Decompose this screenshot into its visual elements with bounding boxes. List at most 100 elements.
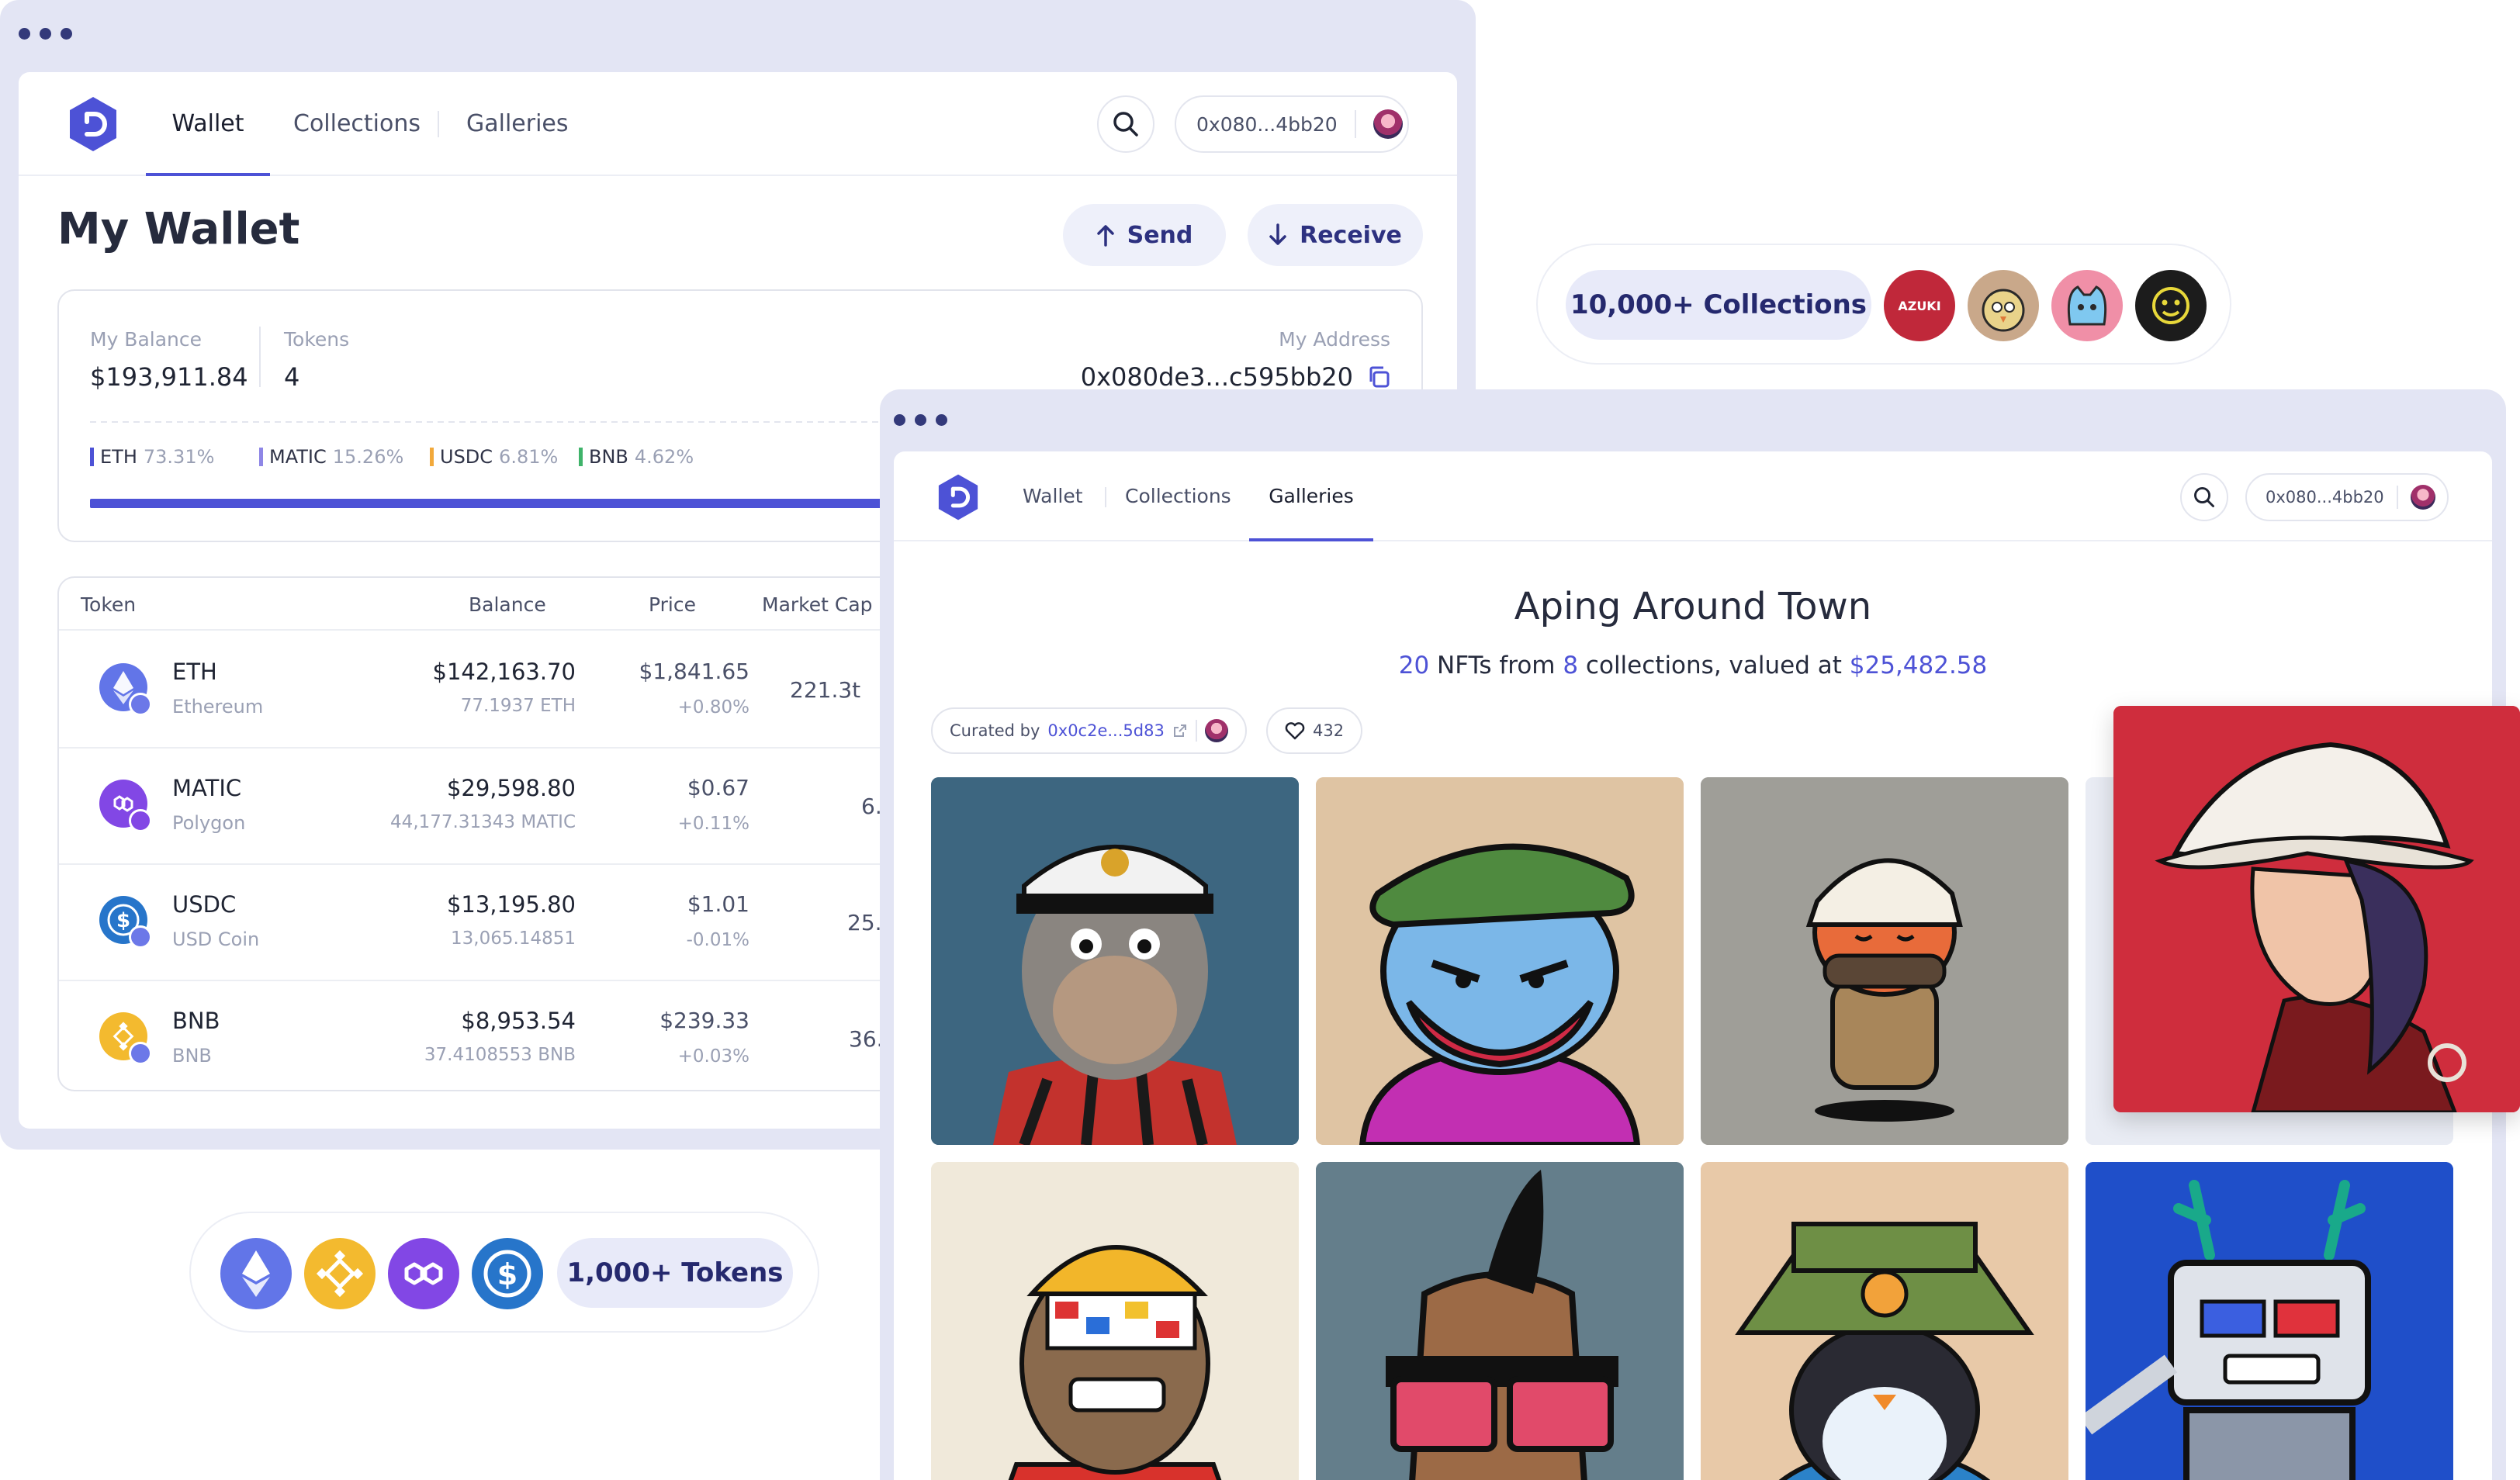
active-tab-indicator bbox=[146, 173, 270, 176]
app-logo[interactable] bbox=[67, 95, 119, 153]
nft-mohawk[interactable] bbox=[1316, 1162, 1684, 1480]
token-balance-usd: $29,598.80 bbox=[446, 775, 576, 801]
cool-cat-logo bbox=[2051, 270, 2123, 341]
collection-count: 8 bbox=[1563, 652, 1579, 679]
header-token[interactable]: Token bbox=[81, 593, 136, 616]
token-change: +0.80% bbox=[677, 697, 749, 718]
account-avatar bbox=[2410, 485, 2435, 510]
copy-icon[interactable] bbox=[1367, 365, 1390, 389]
bnb-icon bbox=[99, 1012, 152, 1065]
account-address: 0x080...4bb20 bbox=[1196, 112, 1338, 136]
token-change: +0.03% bbox=[677, 1046, 749, 1067]
gallery-nav: Wallet Collections Galleries 0x080...4bb… bbox=[894, 451, 2492, 541]
curated-prefix: Curated by bbox=[950, 721, 1040, 740]
curator-avatar bbox=[1204, 719, 1228, 742]
alloc-matic-swatch bbox=[259, 448, 263, 466]
active-tab-indicator bbox=[1249, 538, 1373, 541]
token-name: USD Coin bbox=[172, 928, 260, 950]
token-symbol: BNB bbox=[172, 1008, 220, 1034]
search-button[interactable] bbox=[2180, 473, 2228, 521]
token-name: Polygon bbox=[172, 812, 246, 834]
nft-robot-deer[interactable] bbox=[2086, 1162, 2453, 1480]
matic-icon bbox=[99, 780, 152, 832]
tab-wallet-label: Wallet bbox=[1023, 485, 1083, 507]
token-symbol: USDC bbox=[172, 891, 237, 918]
nft-ape-captain[interactable] bbox=[931, 777, 1299, 1145]
alloc-bnb-name: BNB bbox=[589, 446, 628, 468]
eth-icon bbox=[220, 1238, 292, 1309]
alloc-usdc: USDC 6.81% bbox=[430, 446, 558, 468]
app-logo[interactable] bbox=[936, 473, 981, 521]
curator-address[interactable]: 0x0c2e...5d83 bbox=[1047, 721, 1164, 740]
tab-galleries[interactable]: Galleries bbox=[466, 72, 569, 176]
tokens-label: Tokens bbox=[284, 328, 350, 351]
search-button[interactable] bbox=[1097, 95, 1154, 153]
nft-penguin[interactable] bbox=[1701, 1162, 2068, 1480]
nft-featured-bucket-hat[interactable] bbox=[2113, 706, 2520, 1112]
gallery-title: Aping Around Town bbox=[1514, 585, 1872, 628]
gallery-subtitle: 20 NFTs from 8 collections, valued at $2… bbox=[894, 652, 2492, 679]
azuki-logo-text: AZUKI bbox=[1898, 298, 1941, 313]
nav-divider bbox=[438, 111, 439, 137]
account-address: 0x080...4bb20 bbox=[2266, 488, 2384, 507]
tokens-count: 1,000+ Tokens bbox=[557, 1238, 793, 1308]
alloc-eth: ETH 73.31% bbox=[90, 446, 214, 468]
nft-ape-beanie[interactable] bbox=[931, 1162, 1299, 1480]
window-controls[interactable] bbox=[19, 28, 72, 40]
alloc-usdc-percent: 6.81% bbox=[499, 446, 559, 468]
alloc-eth-name: ETH bbox=[100, 446, 137, 468]
send-label: Send bbox=[1127, 221, 1193, 249]
alloc-bnb-swatch bbox=[579, 448, 583, 466]
svg-text:$: $ bbox=[497, 1257, 518, 1292]
tab-galleries-label: Galleries bbox=[466, 110, 569, 137]
header-market-cap[interactable]: Market Cap bbox=[762, 593, 873, 616]
usdc-icon: $ bbox=[472, 1238, 543, 1309]
address-label: My Address bbox=[1279, 328, 1390, 351]
receive-icon bbox=[1269, 223, 1286, 245]
address-value: 0x080de3...c595bb20 bbox=[1081, 362, 1390, 392]
tokens-badge: $ 1,000+ Tokens bbox=[189, 1212, 819, 1333]
svg-text:$: $ bbox=[116, 909, 130, 932]
bnb-icon bbox=[304, 1238, 376, 1309]
window-controls[interactable] bbox=[894, 414, 947, 426]
tab-wallet[interactable]: Wallet bbox=[1023, 451, 1083, 541]
alloc-usdc-name: USDC bbox=[440, 446, 493, 468]
header-price[interactable]: Price bbox=[649, 593, 696, 616]
tab-collections-label: Collections bbox=[293, 110, 421, 137]
receive-label: Receive bbox=[1300, 221, 1402, 249]
subtitle-text-b: collections, valued at bbox=[1578, 652, 1850, 679]
account-avatar bbox=[1372, 109, 1403, 139]
address-text: 0x080de3...c595bb20 bbox=[1080, 362, 1353, 392]
gallery-value: $25,482.58 bbox=[1849, 652, 1988, 679]
usdc-icon: $ bbox=[99, 896, 152, 949]
matic-icon bbox=[388, 1238, 459, 1309]
pill-divider bbox=[1195, 720, 1197, 742]
tab-collections[interactable]: Collections bbox=[1125, 451, 1231, 541]
nft-orange-cap[interactable] bbox=[1701, 777, 2068, 1145]
tab-collections-label: Collections bbox=[1125, 485, 1231, 507]
external-link-icon[interactable] bbox=[1172, 723, 1188, 738]
tab-collections[interactable]: Collections bbox=[293, 72, 421, 176]
account-pill[interactable]: 0x080...4bb20 bbox=[1175, 95, 1409, 153]
account-pill[interactable]: 0x080...4bb20 bbox=[2245, 473, 2449, 521]
bird-pfp-logo bbox=[1968, 270, 2039, 341]
token-price: $0.67 bbox=[687, 775, 749, 801]
network-eth-icon bbox=[129, 1042, 152, 1065]
pill-divider bbox=[2396, 486, 2398, 509]
search-icon bbox=[2194, 487, 2214, 507]
token-balance-usd: $8,953.54 bbox=[461, 1008, 576, 1034]
tab-galleries[interactable]: Galleries bbox=[1249, 451, 1373, 541]
collections-count: 10,000+ Collections bbox=[1566, 270, 1871, 340]
receive-button[interactable]: Receive bbox=[1248, 204, 1423, 266]
alloc-eth-percent: 73.31% bbox=[143, 446, 215, 468]
nft-bird-beret[interactable] bbox=[1316, 777, 1684, 1145]
like-button[interactable]: 432 bbox=[1266, 707, 1363, 754]
tab-wallet[interactable]: Wallet bbox=[146, 72, 270, 176]
tab-wallet-label: Wallet bbox=[171, 110, 244, 137]
token-balance-amount: 13,065.14851 bbox=[451, 928, 576, 949]
header-balance[interactable]: Balance bbox=[469, 593, 546, 616]
smiley-logo bbox=[2135, 270, 2207, 341]
curator-chip[interactable]: Curated by 0x0c2e...5d83 bbox=[931, 707, 1247, 754]
token-symbol: ETH bbox=[172, 659, 217, 685]
send-button[interactable]: Send bbox=[1063, 204, 1226, 266]
